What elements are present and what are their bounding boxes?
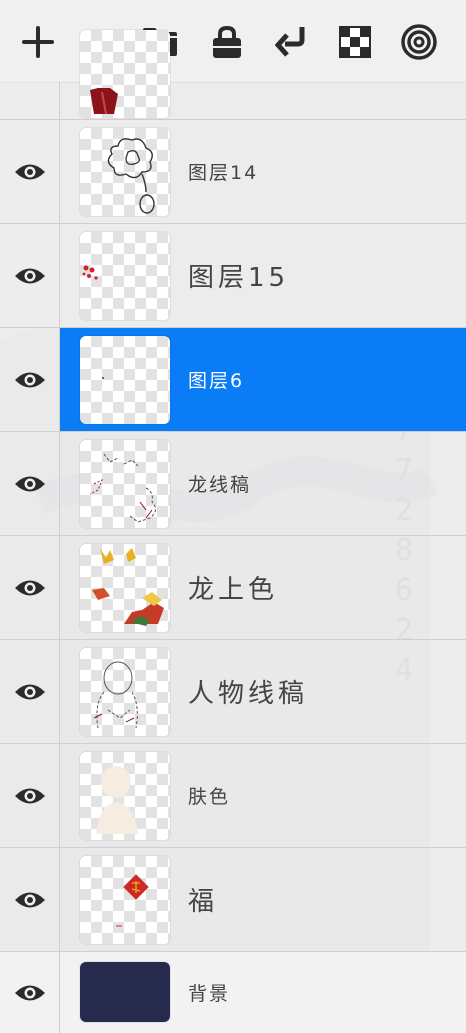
layer-name: 人物线稿 [188,679,309,709]
plus-icon [22,26,54,58]
layer-thumbnail [80,128,170,216]
layer-row-background[interactable]: 背景 [0,952,466,1033]
layer-thumbnail [80,336,170,424]
visibility-toggle[interactable] [0,328,60,431]
layer-name: 龙上色 [188,575,279,605]
layer-row-partial[interactable] [0,30,466,120]
eye-icon [14,476,45,491]
visibility-toggle[interactable] [0,952,60,1033]
clipping-mask-button[interactable] [399,22,439,62]
alpha-lock-button[interactable] [335,22,375,62]
layer-row[interactable]: 龙线稿 [0,432,466,536]
layer-thumbnail [80,752,170,840]
layer-thumbnail [80,962,170,1022]
layer-thumbnail [80,30,170,118]
merge-down-button[interactable] [271,22,311,62]
eye-icon [14,372,45,387]
layer-row[interactable]: 龙上色 [0,536,466,640]
arrow-down-left-icon [275,27,305,57]
layers-toolbar [0,0,466,83]
layer-row-selected[interactable]: 图层6 [0,328,466,432]
layer-name: 福 [188,887,219,917]
layer-thumbnail [80,544,170,632]
layer-thumbnail [80,648,170,736]
layer-row[interactable]: 图层15 [0,224,466,328]
eye-icon [14,892,45,907]
layer-name: 图层14 [188,162,259,184]
layer-name: 图层6 [188,370,245,392]
layer-name: 龙线稿 [188,474,252,496]
visibility-toggle[interactable] [0,224,60,327]
lock-button[interactable] [207,22,247,62]
visibility-toggle[interactable] [0,640,60,743]
eye-icon [14,985,45,1000]
checkerboard-icon [339,26,371,58]
eye-icon [14,684,45,699]
eye-icon [14,164,45,179]
layer-name: 背景 [188,983,231,1005]
visibility-toggle[interactable] [0,848,60,951]
concentric-circles-icon [401,24,437,60]
visibility-toggle[interactable] [0,536,60,639]
layer-thumbnail [80,232,170,320]
eye-icon [14,580,45,595]
visibility-toggle[interactable] [0,744,60,847]
visibility-toggle[interactable] [0,120,60,223]
eye-icon [14,268,45,283]
layer-row[interactable]: 肤色 [0,744,466,848]
layers-list: 图层14 图层15 图层6 龙线稿 龙上色 人物线稿 肤色 福 背景 [0,30,466,1033]
layer-thumbnail [80,440,170,528]
eye-icon [14,788,45,803]
layer-name: 肤色 [188,786,231,808]
layer-name: 图层15 [188,263,290,293]
layer-row[interactable]: 图层14 [0,120,466,224]
layer-row[interactable]: 人物线稿 [0,640,466,744]
lock-icon [213,25,241,58]
add-layer-button[interactable] [18,22,58,62]
layer-thumbnail [80,856,170,944]
layer-row[interactable]: 福 [0,848,466,952]
visibility-toggle[interactable] [0,432,60,535]
